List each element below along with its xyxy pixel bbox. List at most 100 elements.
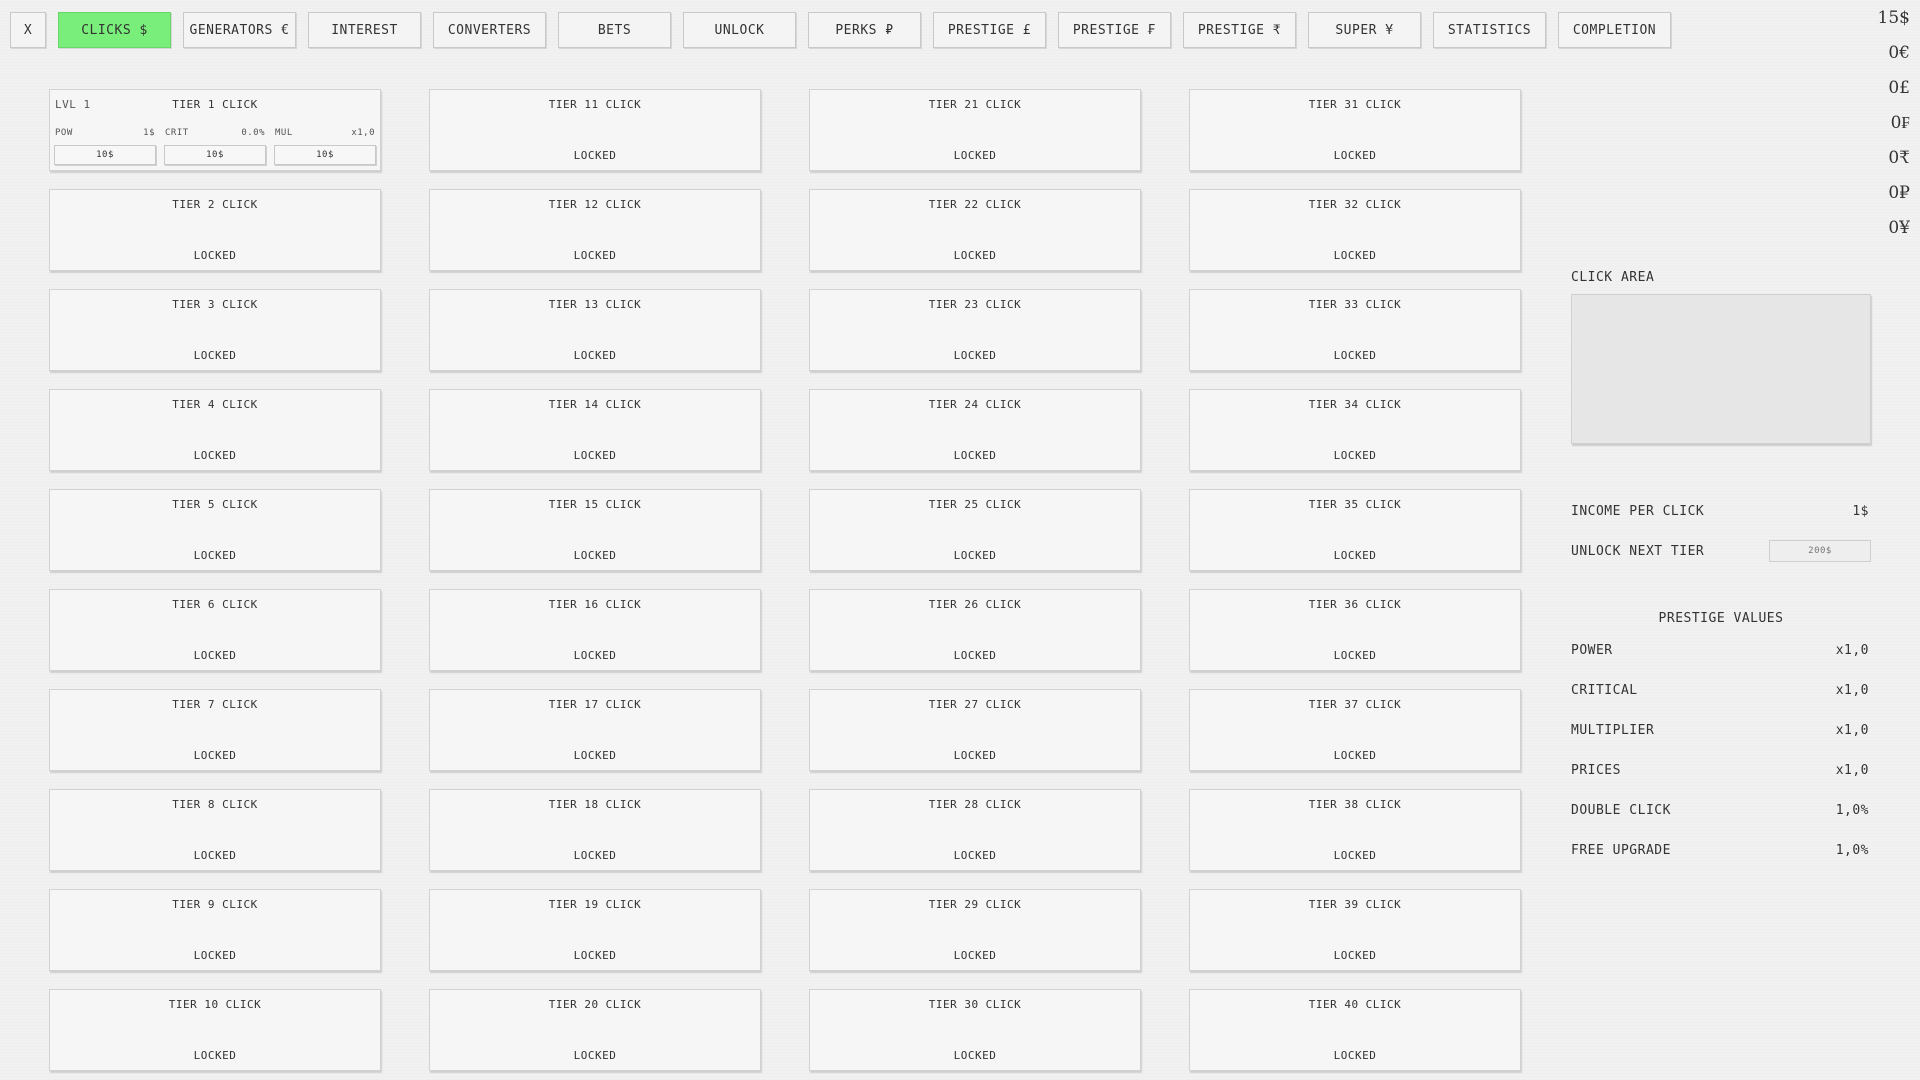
tier-card-16[interactable]: TIER 16 CLICK LOCKED [429,589,761,671]
tier-locked-label: LOCKED [1333,449,1377,462]
prestige-value: 1,0% [1835,802,1869,818]
tier-locked-label: LOCKED [573,449,617,462]
tier-title: TIER 28 CLICK [928,798,1022,811]
tier-locked-label: LOCKED [953,749,997,762]
tier-card-12[interactable]: TIER 12 CLICK LOCKED [429,189,761,271]
tier-card-20[interactable]: TIER 20 CLICK LOCKED [429,989,761,1071]
tier-card-22[interactable]: TIER 22 CLICK LOCKED [809,189,1141,271]
prestige-value: x1,0 [1835,642,1869,658]
currency-amount: 0¥ [1888,218,1910,238]
tier-card-35[interactable]: TIER 35 CLICK LOCKED [1189,489,1521,571]
tier-title: TIER 38 CLICK [1308,798,1402,811]
tab-perks[interactable]: PERKS ₽ [808,12,921,48]
tier-card-9[interactable]: TIER 9 CLICK LOCKED [49,889,381,971]
tier-title: TIER 29 CLICK [928,898,1022,911]
tier-card-32[interactable]: TIER 32 CLICK LOCKED [1189,189,1521,271]
tier-card-3[interactable]: TIER 3 CLICK LOCKED [49,289,381,371]
currency-amount: 0₹ [1888,148,1910,168]
tab-bets[interactable]: BETS [558,12,671,48]
tier-card-17[interactable]: TIER 17 CLICK LOCKED [429,689,761,771]
tier-card-13[interactable]: TIER 13 CLICK LOCKED [429,289,761,371]
tier-card-33[interactable]: TIER 33 CLICK LOCKED [1189,289,1521,371]
tier-card-5[interactable]: TIER 5 CLICK LOCKED [49,489,381,571]
tier-card-10[interactable]: TIER 10 CLICK LOCKED [49,989,381,1071]
upgrade-mul-button[interactable]: 10$ [274,145,376,165]
tier-card-23[interactable]: TIER 23 CLICK LOCKED [809,289,1141,371]
click-area[interactable] [1571,294,1871,444]
tier-card-4[interactable]: TIER 4 CLICK LOCKED [49,389,381,471]
tier-upgrades: 10$ 10$ 10$ [54,145,376,165]
tier-card-31[interactable]: TIER 31 CLICK LOCKED [1189,89,1521,171]
tier-title: TIER 9 CLICK [172,898,258,911]
upgrade-crit-button[interactable]: 10$ [164,145,266,165]
unlock-next-tier-button[interactable]: 200$ [1769,540,1871,562]
tier-locked-label: LOCKED [953,1049,997,1062]
tier-locked-label: LOCKED [193,549,237,562]
tier-card-38[interactable]: TIER 38 CLICK LOCKED [1189,789,1521,871]
tier-title: TIER 30 CLICK [928,998,1022,1011]
tier-card-27[interactable]: TIER 27 CLICK LOCKED [809,689,1141,771]
tab-unlock[interactable]: UNLOCK [683,12,796,48]
tier-locked-label: LOCKED [1333,549,1377,562]
tier-card-24[interactable]: TIER 24 CLICK LOCKED [809,389,1141,471]
tier-card-37[interactable]: TIER 37 CLICK LOCKED [1189,689,1521,771]
prestige-values-title: PRESTIGE VALUES [1658,611,1784,626]
tier-card-18[interactable]: TIER 18 CLICK LOCKED [429,789,761,871]
prestige-label: MULTIPLIER [1571,722,1655,738]
tier-locked-label: LOCKED [573,1049,617,1062]
prestige-label: FREE UPGRADE [1571,842,1671,858]
tab-prestige-pound[interactable]: PRESTIGE £ [933,12,1046,48]
upgrade-power-button[interactable]: 10$ [54,145,156,165]
tier-locked-label: LOCKED [573,649,617,662]
tier-card-8[interactable]: TIER 8 CLICK LOCKED [49,789,381,871]
tier-card-15[interactable]: TIER 15 CLICK LOCKED [429,489,761,571]
tier-card-7[interactable]: TIER 7 CLICK LOCKED [49,689,381,771]
tier-locked-label: LOCKED [1333,649,1377,662]
stat-power: POW 1$ [55,128,155,138]
tier-locked-label: LOCKED [193,849,237,862]
tier-card-29[interactable]: TIER 29 CLICK LOCKED [809,889,1141,971]
tab-prestige-franc[interactable]: PRESTIGE ₣ [1058,12,1171,48]
tier-locked-label: LOCKED [193,649,237,662]
tier-locked-label: LOCKED [573,749,617,762]
currency-amount: 0₽ [1888,183,1910,203]
tab-converters[interactable]: CONVERTERS [433,12,546,48]
prestige-label: CRITICAL [1571,682,1638,698]
currency-amount: 0€ [1888,43,1910,63]
tier-card-19[interactable]: TIER 19 CLICK LOCKED [429,889,761,971]
prestige-value: x1,0 [1835,762,1869,778]
tab-interest[interactable]: INTEREST [308,12,421,48]
tier-card-36[interactable]: TIER 36 CLICK LOCKED [1189,589,1521,671]
close-button[interactable]: X [10,12,46,48]
tab-statistics[interactable]: STATISTICS [1433,12,1546,48]
tab-clicks[interactable]: CLICKS $ [58,12,171,48]
tier-card-30[interactable]: TIER 30 CLICK LOCKED [809,989,1141,1071]
tier-card-28[interactable]: TIER 28 CLICK LOCKED [809,789,1141,871]
tier-locked-label: LOCKED [573,949,617,962]
tier-card-11[interactable]: TIER 11 CLICK LOCKED [429,89,761,171]
tier-card-14[interactable]: TIER 14 CLICK LOCKED [429,389,761,471]
prestige-row: POWER x1,0 [1571,630,1871,670]
tier-title: TIER 31 CLICK [1308,98,1402,111]
tab-super[interactable]: SUPER ¥ [1308,12,1421,48]
tier-card-25[interactable]: TIER 25 CLICK LOCKED [809,489,1141,571]
tier-card-21[interactable]: TIER 21 CLICK LOCKED [809,89,1141,171]
tier-card-1[interactable]: LVL 1 TIER 1 CLICK POW 1$ CRIT 0.0% MUL … [49,89,381,171]
currency-amount: 0£ [1888,78,1910,98]
prestige-label: PRICES [1571,762,1621,778]
tier-locked-label: LOCKED [573,549,617,562]
tier-locked-label: LOCKED [193,349,237,362]
tier-card-6[interactable]: TIER 6 CLICK LOCKED [49,589,381,671]
tier-card-34[interactable]: TIER 34 CLICK LOCKED [1189,389,1521,471]
tier-locked-label: LOCKED [573,249,617,262]
tier-card-40[interactable]: TIER 40 CLICK LOCKED [1189,989,1521,1071]
tier-card-2[interactable]: TIER 2 CLICK LOCKED [49,189,381,271]
tier-locked-label: LOCKED [953,549,997,562]
tab-generators[interactable]: GENERATORS € [183,12,296,48]
tab-prestige-rupee[interactable]: PRESTIGE ₹ [1183,12,1296,48]
tab-completion[interactable]: COMPLETION [1558,12,1671,48]
income-value: 1$ [1852,503,1869,519]
tier-card-26[interactable]: TIER 26 CLICK LOCKED [809,589,1141,671]
tier-card-39[interactable]: TIER 39 CLICK LOCKED [1189,889,1521,971]
tier-locked-label: LOCKED [193,449,237,462]
